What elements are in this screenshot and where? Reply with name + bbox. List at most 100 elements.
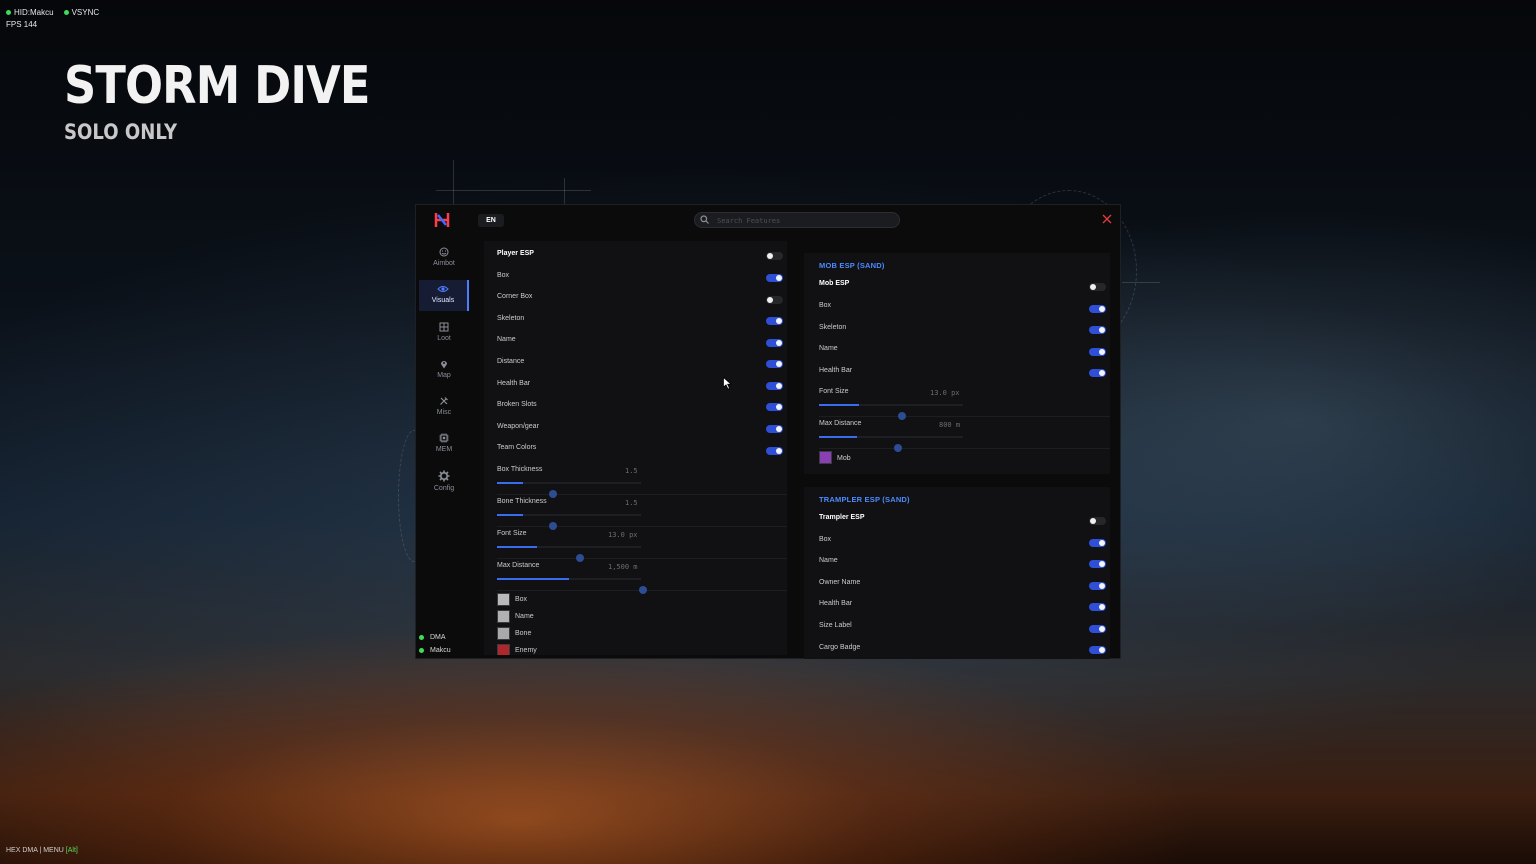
size-label-toggle[interactable] [1089, 625, 1106, 633]
aimbot-icon [439, 247, 449, 257]
mob-skeleton-toggle[interactable] [1089, 326, 1106, 334]
toggle-label: Name [497, 336, 516, 343]
footer-hint: HEX DMA | MENU [Alt] [6, 847, 78, 854]
name-color-swatch[interactable] [497, 610, 510, 623]
slider-handle[interactable] [549, 522, 557, 530]
weapon-gear-toggle[interactable] [766, 425, 783, 433]
trampler-esp-panel: TRAMPLER ESP (SAND) Trampler ESP Box Nam… [804, 487, 1110, 659]
toggle-label: Box [819, 302, 832, 309]
toggle-label: Player ESP [497, 250, 534, 257]
toggle-label: Cargo Badge [819, 644, 861, 651]
slider-value: 1.5 [625, 467, 638, 475]
mob-box-toggle[interactable] [1089, 305, 1106, 313]
mob-name-toggle[interactable] [1089, 348, 1106, 356]
gear-icon [438, 470, 450, 482]
game-mode-banner: STORM DIVE SOLO ONLY [64, 58, 419, 144]
slider-handle[interactable] [898, 412, 906, 420]
toggle-label: Broken Slots [497, 401, 537, 408]
slider-value: 800 m [939, 421, 961, 429]
name-toggle[interactable] [766, 339, 783, 347]
slider-value: 13.0 px [930, 389, 960, 397]
toggle-label: Size Label [819, 622, 852, 629]
slider-handle[interactable] [639, 586, 647, 594]
search-input[interactable] [715, 214, 894, 228]
sidebar-item-visuals[interactable]: Visuals [419, 280, 469, 311]
color-label: Box [515, 596, 528, 603]
mob-esp-toggle[interactable] [1089, 283, 1106, 291]
color-label: Bone [515, 630, 532, 637]
team-colors-toggle[interactable] [766, 447, 783, 455]
color-label: Enemy [515, 647, 537, 654]
trampler-esp-toggle[interactable] [1089, 517, 1106, 525]
toggle-label: Mob ESP [819, 280, 850, 287]
font-size-slider[interactable] [497, 546, 641, 548]
mob-max-distance-slider[interactable] [819, 436, 963, 438]
section-header: TRAMPLER ESP (SAND) [819, 495, 910, 504]
sidebar-item-config[interactable]: Config [419, 466, 469, 497]
slider-value: 1.5 [625, 499, 638, 507]
bone-thickness-slider[interactable] [497, 514, 641, 516]
box-thickness-slider[interactable] [497, 482, 641, 484]
mob-color-swatch[interactable] [819, 451, 832, 464]
toggle-label: Box [819, 536, 832, 543]
skeleton-toggle[interactable] [766, 317, 783, 325]
health-bar-toggle[interactable] [766, 382, 783, 390]
enemy-color-swatch[interactable] [497, 644, 510, 655]
mob-font-size-slider[interactable] [819, 404, 963, 406]
slider-handle[interactable] [894, 444, 902, 452]
app-logo [434, 213, 450, 227]
hud-decoration [436, 190, 591, 191]
toggle-label: Box [497, 272, 510, 279]
slider-label: Max Distance [497, 562, 540, 569]
hid-status: HID:Makcu [6, 8, 54, 17]
corner-box-toggle[interactable] [766, 296, 783, 304]
box-color-swatch[interactable] [497, 593, 510, 606]
slider-handle[interactable] [576, 554, 584, 562]
fps-counter: FPS 144 [6, 20, 38, 29]
status-makcu: Makcu [419, 647, 451, 654]
player-esp-panel: Player ESP Box Corner Box Skeleton Name … [484, 241, 787, 655]
close-icon[interactable] [1102, 214, 1112, 224]
map-pin-icon [441, 361, 447, 369]
bone-color-swatch[interactable] [497, 627, 510, 640]
player-esp-toggle[interactable] [766, 252, 783, 260]
trampler-name-toggle[interactable] [1089, 560, 1106, 568]
loot-box-icon [439, 322, 449, 332]
sidebar-item-aimbot[interactable]: Aimbot [419, 243, 469, 274]
trampler-box-toggle[interactable] [1089, 539, 1106, 547]
toggle-label: Name [819, 557, 838, 564]
game-title: STORM DIVE [64, 56, 370, 116]
distance-toggle[interactable] [766, 360, 783, 368]
sidebar-item-loot[interactable]: Loot [419, 318, 469, 349]
color-label: Mob [837, 455, 851, 462]
box-toggle[interactable] [766, 274, 783, 282]
broken-slots-toggle[interactable] [766, 403, 783, 411]
status-dma: DMA [419, 634, 446, 641]
language-selector[interactable]: EN [478, 214, 504, 227]
hud-decoration [453, 160, 454, 205]
sidebar-item-misc[interactable]: Misc [419, 392, 469, 423]
owner-name-toggle[interactable] [1089, 582, 1106, 590]
toggle-label: Owner Name [819, 579, 861, 586]
cheat-menu-window: EN Aimbot Visuals Loot Map Misc MEM [415, 204, 1121, 659]
mob-health-bar-toggle[interactable] [1089, 369, 1106, 377]
toggle-label: Distance [497, 358, 525, 365]
sidebar-item-map[interactable]: Map [419, 355, 469, 386]
toggle-label: Skeleton [497, 315, 525, 322]
toggle-label: Corner Box [497, 293, 533, 300]
cargo-badge-toggle[interactable] [1089, 646, 1106, 654]
eye-icon [437, 286, 449, 292]
trampler-health-bar-toggle[interactable] [1089, 603, 1106, 611]
toggle-label: Name [819, 345, 838, 352]
color-label: Name [515, 613, 534, 620]
slider-handle[interactable] [549, 490, 557, 498]
search-box[interactable] [694, 212, 900, 228]
sidebar: Aimbot Visuals Loot Map Misc MEM Config … [416, 235, 469, 659]
max-distance-slider[interactable] [497, 578, 641, 580]
section-header: MOB ESP (SAND) [819, 261, 885, 270]
search-icon [700, 215, 709, 224]
toggle-label: Health Bar [497, 380, 531, 387]
menu-hotkey: [Alt] [65, 847, 78, 854]
sidebar-item-mem[interactable]: MEM [419, 429, 469, 460]
toggle-label: Trampler ESP [819, 514, 865, 521]
